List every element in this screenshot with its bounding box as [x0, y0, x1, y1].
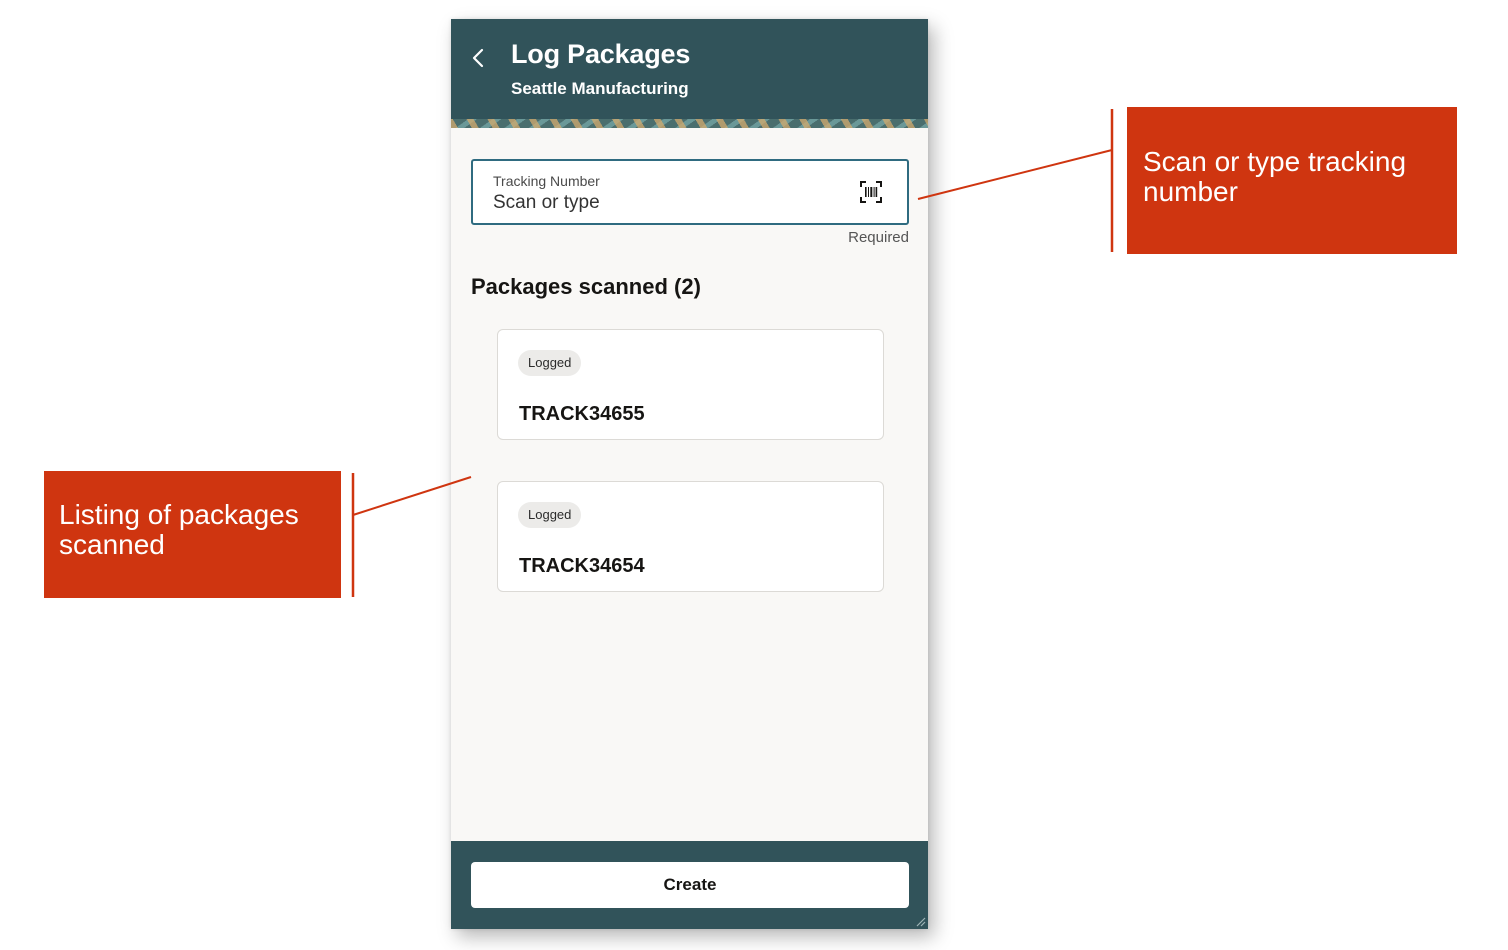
back-button[interactable]: [467, 46, 491, 70]
resize-grip-icon: [916, 917, 926, 927]
package-card[interactable]: Logged TRACK34655: [497, 329, 884, 440]
package-tracking-number: TRACK34654: [519, 555, 645, 577]
status-badge: Logged: [518, 350, 582, 376]
screenshot-stage: Log Packages Seattle Manufacturing Track…: [0, 0, 1508, 950]
header-decorative-pattern: [451, 119, 928, 128]
tracking-number-callout: Scan or type tracking number: [1127, 107, 1457, 254]
package-card[interactable]: Logged TRACK34654: [497, 481, 884, 592]
app-footer: Create: [451, 841, 928, 929]
page-subtitle: Seattle Manufacturing: [511, 79, 689, 98]
barcode-scan-button[interactable]: [859, 180, 883, 204]
tracking-number-label: Tracking Number: [493, 173, 600, 189]
tracking-number-input[interactable]: Scan or type: [493, 192, 600, 214]
page-title: Log Packages: [511, 39, 691, 69]
package-tracking-number: TRACK34655: [519, 403, 645, 425]
chevron-left-icon: [472, 48, 484, 68]
packages-listing-callout: Listing of packages scanned: [44, 471, 341, 598]
status-badge: Logged: [518, 502, 582, 528]
mobile-app-screen: Log Packages Seattle Manufacturing Track…: [451, 19, 928, 929]
tracking-number-field[interactable]: Tracking Number Scan or type: [471, 159, 909, 225]
create-button[interactable]: Create: [471, 862, 909, 908]
required-helper-text: Required: [848, 229, 909, 246]
app-header: Log Packages Seattle Manufacturing: [451, 19, 928, 128]
packages-section-title: Packages scanned (2): [471, 274, 701, 299]
barcode-scan-icon: [860, 181, 882, 203]
